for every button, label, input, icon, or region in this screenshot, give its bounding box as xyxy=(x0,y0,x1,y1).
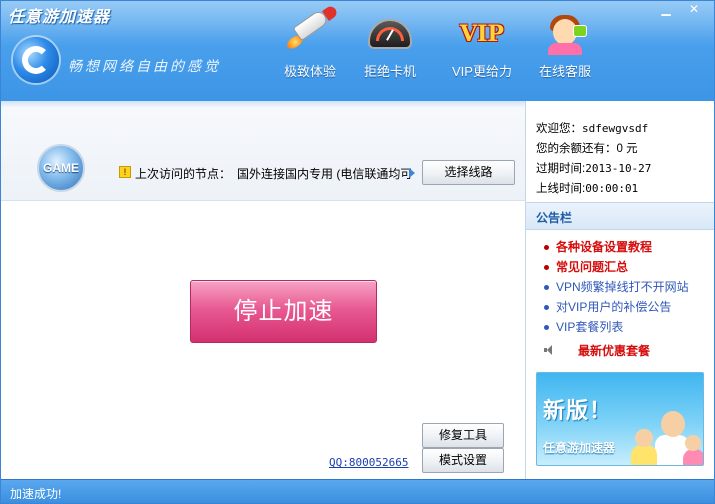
nav-label: 极致体验 xyxy=(283,64,336,79)
qq-link[interactable]: QQ:800052665 xyxy=(329,456,408,469)
balance-value: 0 元 xyxy=(616,143,638,155)
side-panel: 欢迎您：sdfewgvsdf 您的余额还有：0 元 过期时间:2013-10-2… xyxy=(525,101,714,479)
repair-tool-button[interactable]: 修复工具 xyxy=(422,423,504,448)
online-row: 上线时间:00:00:01 xyxy=(536,179,651,199)
banner-person-face xyxy=(635,429,653,447)
notice-list: 各种设备设置教程 常见问题汇总 VPN频繁掉线打不开网站 对VIP用户的补偿公告… xyxy=(540,237,712,337)
expire-label: 过期时间: xyxy=(536,163,586,175)
chat-bubble-icon xyxy=(573,25,587,37)
online-value: 00:00:01 xyxy=(585,182,639,195)
welcome-label: 欢迎您： xyxy=(536,123,582,135)
bulletin-board-header: 公告栏 xyxy=(526,202,714,230)
app-title: 任意游加速器 xyxy=(8,9,111,26)
last-node-value: 国外连接国内专用 (电信联通均可) xyxy=(237,167,411,181)
notice-text: VIP套餐列表 xyxy=(556,320,624,334)
promo-link[interactable]: 最新优惠套餐 xyxy=(540,341,712,361)
notice-item[interactable]: 常见问题汇总 xyxy=(540,257,712,277)
username: sdfewgvsdf xyxy=(582,122,649,135)
balance-label: 您的余额还有： xyxy=(536,143,617,155)
window-controls: ▁ ✕ xyxy=(652,1,708,19)
nav-ultimate-experience[interactable]: 极致体验 xyxy=(271,4,349,85)
banner-person-face xyxy=(661,411,685,437)
bullet-icon xyxy=(544,265,549,270)
vip-icon-text: VIP xyxy=(460,21,504,47)
online-label: 上线时间: xyxy=(536,183,586,195)
promo-banner[interactable]: 新版！ 任意游加速器 xyxy=(536,372,704,466)
banner-person-shirt xyxy=(683,449,703,465)
game-badge-icon: GAME xyxy=(37,144,85,192)
select-line-button[interactable]: 选择线路 xyxy=(422,160,515,185)
mode-settings-button[interactable]: 模式设置 xyxy=(422,448,504,473)
notice-text: 各种设备设置教程 xyxy=(556,240,653,254)
bullet-icon xyxy=(544,245,549,250)
notice-item[interactable]: 对VIP用户的补偿公告 xyxy=(540,297,712,317)
bullet-icon xyxy=(544,325,549,330)
info-icon: ! xyxy=(119,166,131,178)
bullet-icon xyxy=(544,285,549,290)
minimize-button[interactable]: ▁ xyxy=(652,1,680,19)
gauge-body xyxy=(368,19,412,49)
notice-text: 常见问题汇总 xyxy=(556,260,629,274)
app-logo xyxy=(13,37,59,83)
nav-online-service[interactable]: 在线客服 xyxy=(526,13,604,85)
nav-label: 在线客服 xyxy=(538,64,591,79)
close-button[interactable]: ✕ xyxy=(680,1,708,19)
expire-value: 2013-10-27 xyxy=(585,162,652,175)
arrow-right-icon xyxy=(409,168,415,178)
banner-person-shirt xyxy=(631,445,657,465)
bulletin-board-title: 公告栏 xyxy=(536,211,573,225)
node-bar: GAME ! 上次访问的节点： 国外连接国内专用 (电信联通均可) 选择线路 xyxy=(1,101,525,201)
last-node-label: 上次访问的节点： xyxy=(135,167,232,181)
notice-item[interactable]: VPN频繁掉线打不开网站 xyxy=(540,277,712,297)
slogan: 畅想网络自由的感觉 xyxy=(68,59,221,75)
welcome-row: 欢迎您：sdfewgvsdf xyxy=(536,119,651,139)
bullet-icon xyxy=(544,305,549,310)
promo-text: 最新优惠套餐 xyxy=(578,344,651,358)
banner-person-face xyxy=(685,435,701,451)
notice-item[interactable]: VIP套餐列表 xyxy=(540,317,712,337)
stop-acceleration-button[interactable]: 停止加速 xyxy=(190,280,377,343)
nav-vip[interactable]: VIP VIP更给力 xyxy=(443,13,521,85)
node-bar-topline xyxy=(1,101,525,107)
logo-ring xyxy=(22,46,50,74)
balance-row: 您的余额还有：0 元 xyxy=(536,139,651,159)
customer-service-icon xyxy=(537,13,593,55)
notice-text: 对VIP用户的补偿公告 xyxy=(556,300,672,314)
nav-label: 拒绝卡机 xyxy=(363,64,416,79)
app-window: 任意游加速器 ▁ ✕ 畅想网络自由的感觉 极致体验 拒绝卡机 VIP VIP更给… xyxy=(0,0,715,504)
notice-text: VPN频繁掉线打不开网站 xyxy=(556,280,689,294)
status-text: 加速成功! xyxy=(10,487,62,501)
expire-row: 过期时间:2013-10-27 xyxy=(536,159,651,179)
banner-product-name: 任意游加速器 xyxy=(543,441,616,455)
notice-item[interactable]: 各种设备设置教程 xyxy=(540,237,712,257)
banner-headline: 新版！ xyxy=(543,398,613,423)
speaker-cone xyxy=(547,345,552,355)
main-panel: GAME ! 上次访问的节点： 国外连接国内专用 (电信联通均可) 选择线路 停… xyxy=(1,101,525,479)
nav-no-lag[interactable]: 拒绝卡机 xyxy=(351,13,429,85)
vip-icon: VIP xyxy=(454,13,510,55)
status-bar: 加速成功! xyxy=(1,479,714,503)
cs-body xyxy=(548,43,582,55)
speed-gauge-icon xyxy=(362,13,418,55)
rocket-body xyxy=(292,4,339,42)
user-info: 欢迎您：sdfewgvsdf 您的余额还有：0 元 过期时间:2013-10-2… xyxy=(536,119,651,199)
nav-label: VIP更给力 xyxy=(452,64,512,79)
speaker-icon xyxy=(544,345,554,355)
header: 任意游加速器 ▁ ✕ 畅想网络自由的感觉 极致体验 拒绝卡机 VIP VIP更给… xyxy=(1,1,714,101)
rocket-icon xyxy=(282,4,339,55)
